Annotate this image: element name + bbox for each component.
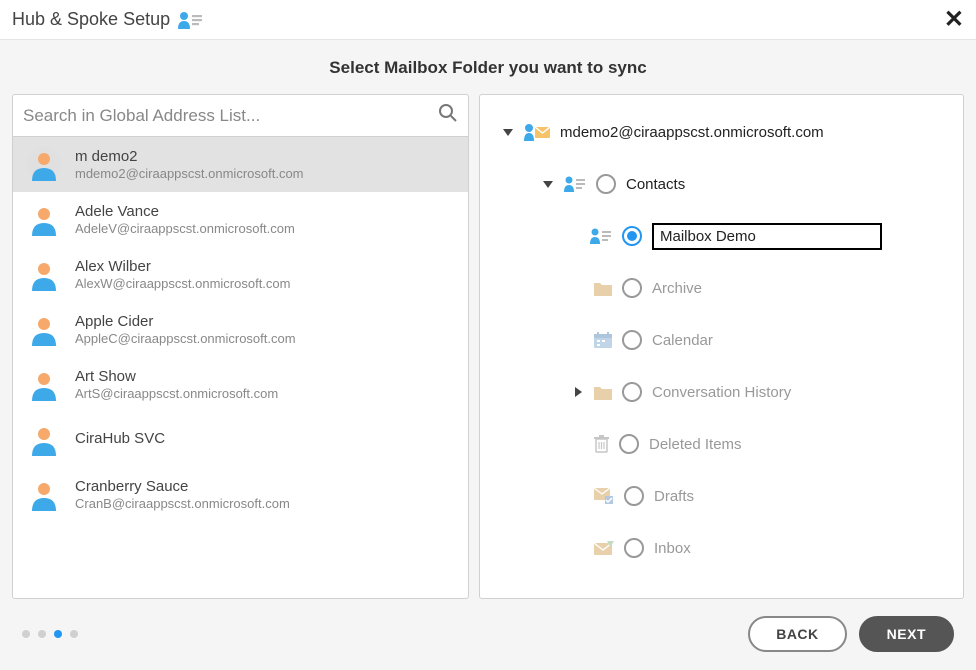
radio-deleted-items[interactable] xyxy=(619,434,639,454)
step-dot xyxy=(38,630,46,638)
avatar-icon xyxy=(27,367,61,401)
folder-label: Conversation History xyxy=(652,384,791,401)
dialog-content: m demo2 mdemo2@ciraappscst.onmicrosoft.c… xyxy=(0,94,976,599)
search-icon[interactable] xyxy=(438,103,458,128)
folder-label: Contacts xyxy=(626,176,685,193)
tree-root[interactable]: mdemo2@ciraappscst.onmicrosoft.com xyxy=(494,113,949,151)
user-name: Cranberry Sauce xyxy=(75,478,290,495)
radio-inbox[interactable] xyxy=(624,538,644,558)
user-name: Art Show xyxy=(75,368,278,385)
expand-toggle[interactable] xyxy=(542,181,554,188)
radio-archive[interactable] xyxy=(622,278,642,298)
user-row[interactable]: Alex Wilber AlexW@ciraappscst.onmicrosof… xyxy=(13,247,468,302)
user-email: AlexW@ciraappscst.onmicrosoft.com xyxy=(75,276,290,291)
user-name: CiraHub SVC xyxy=(75,430,165,447)
tree-node-conversation-history[interactable]: Conversation History xyxy=(494,373,949,411)
user-info: Art Show ArtS@ciraappscst.onmicrosoft.co… xyxy=(75,368,278,401)
radio-calendar[interactable] xyxy=(622,330,642,350)
footer-buttons: BACK NEXT xyxy=(748,616,954,652)
inbox-icon xyxy=(594,541,614,556)
radio-drafts[interactable] xyxy=(624,486,644,506)
address-list-panel: m demo2 mdemo2@ciraappscst.onmicrosoft.c… xyxy=(12,94,469,599)
user-email: mdemo2@ciraappscst.onmicrosoft.com xyxy=(75,166,304,181)
step-dots xyxy=(22,630,78,638)
step-dot xyxy=(22,630,30,638)
user-row[interactable]: m demo2 mdemo2@ciraappscst.onmicrosoft.c… xyxy=(13,137,468,192)
folder-tree-panel: mdemo2@ciraappscst.onmicrosoft.com Conta… xyxy=(479,94,964,599)
folder-label: Deleted Items xyxy=(649,436,742,453)
user-row[interactable]: CiraHub SVC xyxy=(13,412,468,467)
radio-conversation-history[interactable] xyxy=(622,382,642,402)
avatar-icon xyxy=(27,147,61,181)
user-row[interactable]: Apple Cider AppleC@ciraappscst.onmicroso… xyxy=(13,302,468,357)
chevron-down-icon xyxy=(543,181,553,188)
tree-node-drafts[interactable]: Drafts xyxy=(494,477,949,515)
user-row[interactable]: Art Show ArtS@ciraappscst.onmicrosoft.co… xyxy=(13,357,468,412)
dialog-footer: BACK NEXT xyxy=(0,599,976,669)
chevron-down-icon xyxy=(503,129,513,136)
user-info: Adele Vance AdeleV@ciraappscst.onmicroso… xyxy=(75,203,295,236)
avatar-icon xyxy=(27,257,61,291)
folder-icon xyxy=(594,281,612,296)
chevron-right-icon xyxy=(575,387,582,397)
contacts-icon xyxy=(590,228,612,244)
tree-node-selected-folder[interactable] xyxy=(494,217,949,255)
user-info: Alex Wilber AlexW@ciraappscst.onmicrosof… xyxy=(75,258,290,291)
user-info: Apple Cider AppleC@ciraappscst.onmicroso… xyxy=(75,313,296,346)
tree-node-calendar[interactable]: Calendar xyxy=(494,321,949,359)
folder-label: Calendar xyxy=(652,332,713,349)
back-button[interactable]: BACK xyxy=(748,616,846,652)
folder-label: Drafts xyxy=(654,488,694,505)
tree-node-contacts[interactable]: Contacts xyxy=(494,165,949,203)
user-email: CranB@ciraappscst.onmicrosoft.com xyxy=(75,496,290,511)
expand-toggle[interactable] xyxy=(572,387,584,397)
folder-name-input[interactable] xyxy=(652,223,882,250)
search-wrap xyxy=(13,95,468,137)
step-dot-active xyxy=(54,630,62,638)
calendar-icon xyxy=(594,332,612,348)
dialog-subtitle: Select Mailbox Folder you want to sync xyxy=(0,40,976,94)
dialog-header: Hub & Spoke Setup ✕ xyxy=(0,0,976,40)
expand-toggle[interactable] xyxy=(502,129,514,136)
tree-node-inbox[interactable]: Inbox xyxy=(494,529,949,567)
drafts-icon xyxy=(594,488,614,504)
folder-icon xyxy=(594,385,612,400)
avatar-icon xyxy=(27,312,61,346)
page-title: Hub & Spoke Setup xyxy=(12,9,170,30)
user-list[interactable]: m demo2 mdemo2@ciraappscst.onmicrosoft.c… xyxy=(13,137,468,598)
user-email: AdeleV@ciraappscst.onmicrosoft.com xyxy=(75,221,295,236)
user-name: Apple Cider xyxy=(75,313,296,330)
avatar-icon xyxy=(27,202,61,236)
header-left: Hub & Spoke Setup xyxy=(12,9,202,30)
user-email: ArtS@ciraappscst.onmicrosoft.com xyxy=(75,386,278,401)
radio-selected-folder[interactable] xyxy=(622,226,642,246)
avatar-icon xyxy=(27,422,61,456)
contacts-icon xyxy=(564,176,586,192)
user-name: Adele Vance xyxy=(75,203,295,220)
user-name: Alex Wilber xyxy=(75,258,290,275)
trash-icon xyxy=(594,435,609,453)
radio-contacts[interactable] xyxy=(596,174,616,194)
user-email: AppleC@ciraappscst.onmicrosoft.com xyxy=(75,331,296,346)
user-info: Cranberry Sauce CranB@ciraappscst.onmicr… xyxy=(75,478,290,511)
user-info: m demo2 mdemo2@ciraappscst.onmicrosoft.c… xyxy=(75,148,304,181)
tree-node-deleted-items[interactable]: Deleted Items xyxy=(494,425,949,463)
tree-root-label: mdemo2@ciraappscst.onmicrosoft.com xyxy=(560,124,824,141)
user-row[interactable]: Cranberry Sauce CranB@ciraappscst.onmicr… xyxy=(13,467,468,522)
next-button[interactable]: NEXT xyxy=(859,616,954,652)
user-info: CiraHub SVC xyxy=(75,430,165,448)
contact-icon xyxy=(178,11,202,29)
search-input[interactable] xyxy=(23,106,438,126)
step-dot xyxy=(70,630,78,638)
user-name: m demo2 xyxy=(75,148,304,165)
folder-label: Inbox xyxy=(654,540,691,557)
user-row[interactable]: Adele Vance AdeleV@ciraappscst.onmicroso… xyxy=(13,192,468,247)
mailbox-user-icon xyxy=(524,123,550,141)
tree-node-archive[interactable]: Archive xyxy=(494,269,949,307)
close-icon[interactable]: ✕ xyxy=(944,8,964,32)
folder-label: Archive xyxy=(652,280,702,297)
avatar-icon xyxy=(27,477,61,511)
